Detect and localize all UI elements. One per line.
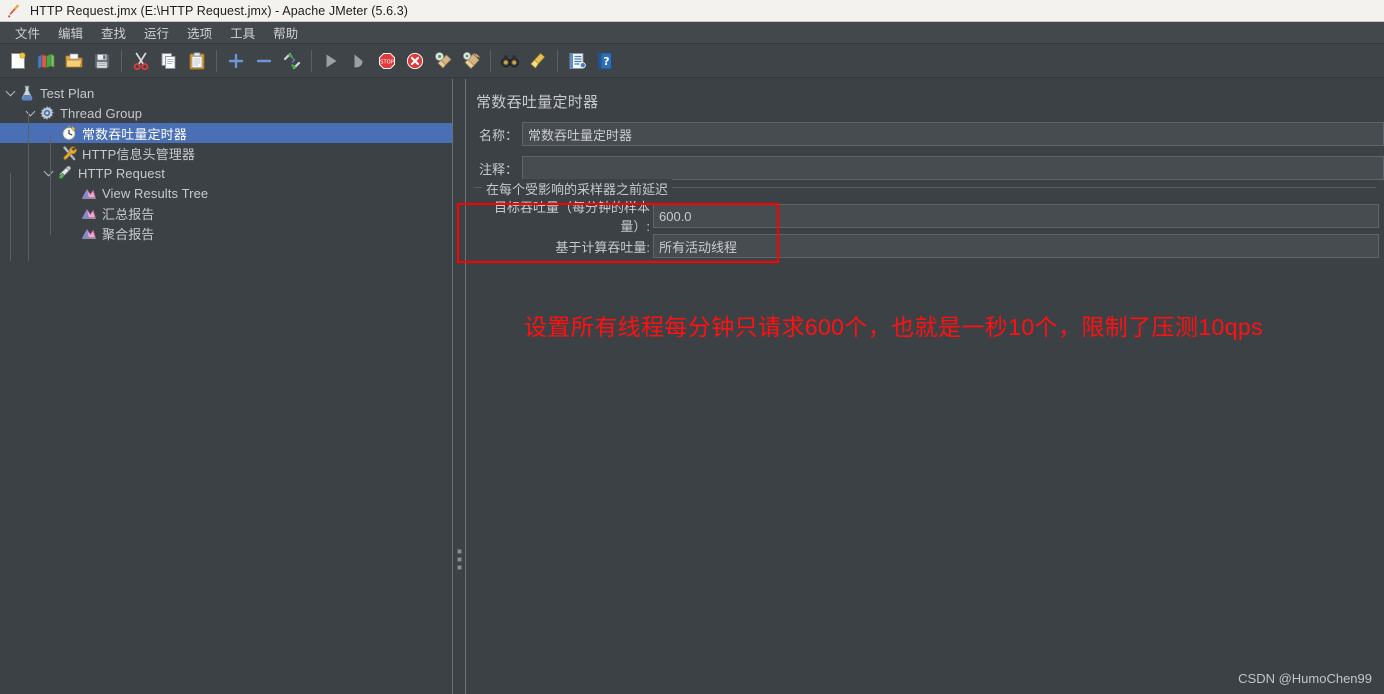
throughput-field-row: 目标吞吐量（每分钟的样本量）: 600.0 xyxy=(466,200,1384,234)
tree-node-constant-throughput-timer[interactable]: 常数吞吐量定时器 xyxy=(0,123,452,143)
toolbar-toggle[interactable] xyxy=(278,47,306,75)
calc-mode-dropdown[interactable]: 所有活动线程 xyxy=(653,234,1379,258)
toolbar-separator xyxy=(216,49,217,72)
window-title: HTTP Request.jmx (E:\HTTP Request.jmx) -… xyxy=(30,3,409,18)
menu-edit[interactable]: 编辑 xyxy=(49,21,92,44)
tree-node-label: HTTP信息头管理器 xyxy=(82,146,195,162)
toolbar-shutdown[interactable] xyxy=(401,47,429,75)
menu-help[interactable]: 帮助 xyxy=(264,21,307,44)
listener-chart-icon xyxy=(80,204,98,222)
test-plan-tree-panel[interactable]: Test Plan Thread Group 常数吞吐量定时器 HTTP信息头管… xyxy=(0,79,452,694)
chevron-down-icon[interactable] xyxy=(22,105,38,121)
listener-chart-icon xyxy=(80,184,98,202)
tree-node-label: Test Plan xyxy=(40,85,95,101)
title-bar: HTTP Request.jmx (E:\HTTP Request.jmx) -… xyxy=(0,0,1384,22)
name-field-label: 名称： xyxy=(478,127,518,143)
panel-splitter[interactable] xyxy=(452,79,466,694)
toolbar-clear-all[interactable] xyxy=(457,47,485,75)
toolbar-separator xyxy=(311,49,312,72)
menu-file[interactable]: 文件 xyxy=(6,21,49,44)
test-plan-flask-icon xyxy=(18,84,36,102)
element-config-panel: 常数吞吐量定时器 名称： 常数吞吐量定时器 注释： 在每个受影响的采样器之前延迟… xyxy=(466,79,1384,694)
listener-chart-icon xyxy=(80,224,98,242)
throughput-field-label: 目标吞吐量（每分钟的样本量）: xyxy=(493,200,650,234)
tree-node-http-header-manager[interactable]: HTTP信息头管理器 xyxy=(0,143,452,163)
http-request-pipette-icon xyxy=(56,164,74,182)
toolbar-paste[interactable] xyxy=(183,47,211,75)
annotation-text: 设置所有线程每分钟只请求600个，也就是一秒10个，限制了压测10qps xyxy=(524,314,1264,340)
tree-node-label: 聚合报告 xyxy=(102,226,155,242)
tree-node-label: HTTP Request xyxy=(78,165,165,181)
tree-node-test-plan[interactable]: Test Plan xyxy=(0,83,452,103)
calc-mode-field-row: 基于计算吞吐量: 所有活动线程 xyxy=(466,234,1384,258)
toolbar-save[interactable] xyxy=(88,47,116,75)
toolbar-function-helper[interactable] xyxy=(563,47,591,75)
toolbar-templates[interactable] xyxy=(32,47,60,75)
tree-node-label: View Results Tree xyxy=(102,185,209,201)
svg-text:?: ? xyxy=(603,55,609,68)
menu-run[interactable]: 运行 xyxy=(135,21,178,44)
name-field-row: 名称： 常数吞吐量定时器 xyxy=(466,122,1384,146)
toolbar-separator xyxy=(121,49,122,72)
toolbar-copy[interactable] xyxy=(155,47,183,75)
toolbar-new[interactable] xyxy=(4,47,32,75)
calc-mode-field-label: 基于计算吞吐量: xyxy=(555,239,650,255)
test-plan-tree[interactable]: Test Plan Thread Group 常数吞吐量定时器 HTTP信息头管… xyxy=(0,79,452,243)
tree-node-aggregate-report[interactable]: 聚合报告 xyxy=(0,223,452,243)
thread-group-gear-icon xyxy=(38,104,56,122)
timer-clock-icon xyxy=(60,124,78,142)
comment-field-label: 注释： xyxy=(478,161,518,177)
toolbar-expand-all[interactable] xyxy=(222,47,250,75)
tree-node-label: 汇总报告 xyxy=(102,206,155,222)
toolbar-collapse-all[interactable] xyxy=(250,47,278,75)
tree-node-view-results-tree[interactable]: View Results Tree xyxy=(0,183,452,203)
menu-search[interactable]: 查找 xyxy=(92,21,135,44)
name-input[interactable]: 常数吞吐量定时器 xyxy=(522,122,1384,146)
watermark: CSDN @HumoChen99 xyxy=(1238,671,1372,686)
menu-tools[interactable]: 工具 xyxy=(221,21,264,44)
chevron-down-icon[interactable] xyxy=(40,165,56,181)
tree-node-summary-report[interactable]: 汇总报告 xyxy=(0,203,452,223)
toolbar-stop[interactable]: STOP xyxy=(373,47,401,75)
comment-field-row: 注释： xyxy=(466,156,1384,180)
jmeter-feather-icon xyxy=(6,3,22,19)
toolbar-reset-search[interactable] xyxy=(524,47,552,75)
toolbar-separator xyxy=(490,49,491,72)
splitter-grip-handle[interactable] xyxy=(457,549,462,574)
menu-options[interactable]: 选项 xyxy=(178,21,221,44)
tree-guide-line xyxy=(10,173,11,261)
toolbar-clear[interactable] xyxy=(429,47,457,75)
panel-title: 常数吞吐量定时器 xyxy=(476,94,599,111)
svg-text:STOP: STOP xyxy=(380,59,394,65)
tree-node-label: Thread Group xyxy=(60,105,143,121)
toolbar-search[interactable] xyxy=(496,47,524,75)
tree-guide-line xyxy=(50,135,51,235)
tree-node-label: 常数吞吐量定时器 xyxy=(82,126,187,142)
header-manager-tools-icon xyxy=(60,144,78,162)
toolbar-start-no-pauses[interactable] xyxy=(345,47,373,75)
jmeter-window: HTTP Request.jmx (E:\HTTP Request.jmx) -… xyxy=(0,0,1384,694)
toolbar-separator xyxy=(557,49,558,72)
delay-group-title: 在每个受影响的采样器之前延迟 xyxy=(482,179,673,198)
toolbar: STOP ? xyxy=(0,44,1384,78)
throughput-input[interactable]: 600.0 xyxy=(653,204,1379,228)
tree-node-http-request[interactable]: HTTP Request xyxy=(0,163,452,183)
toolbar-start[interactable] xyxy=(317,47,345,75)
comment-input[interactable] xyxy=(522,156,1384,180)
chevron-down-icon[interactable] xyxy=(2,85,18,101)
toolbar-help[interactable]: ? xyxy=(591,47,619,75)
toolbar-open[interactable] xyxy=(60,47,88,75)
toolbar-cut[interactable] xyxy=(127,47,155,75)
tree-guide-line xyxy=(28,113,29,261)
tree-node-thread-group[interactable]: Thread Group xyxy=(0,103,452,123)
menu-bar: 文件 编辑 查找 运行 选项 工具 帮助 xyxy=(0,22,1384,44)
